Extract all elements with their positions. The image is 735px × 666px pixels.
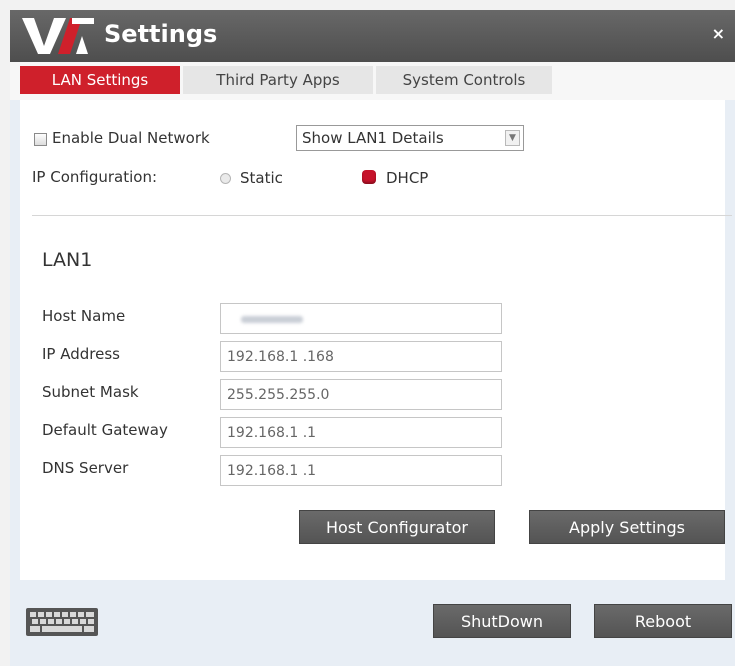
settings-window: Settings × LAN Settings Third Party Apps… (10, 10, 735, 666)
close-icon[interactable]: × (712, 24, 725, 43)
ip-address-label: IP Address (42, 345, 120, 363)
dual-network-checkbox[interactable] (34, 133, 47, 146)
tab-bar: LAN Settings Third Party Apps System Con… (10, 62, 735, 100)
host-name-obscured (241, 316, 303, 323)
dhcp-radio[interactable] (362, 170, 376, 184)
ip-config-label: IP Configuration: (32, 168, 158, 186)
dns-server-label: DNS Server (42, 459, 129, 477)
title-bar: Settings × (10, 10, 735, 62)
lan-settings-panel: Enable Dual Network Show LAN1 Details ▼ … (20, 100, 732, 580)
window-title: Settings (104, 20, 218, 48)
host-configurator-button[interactable]: Host Configurator (299, 510, 495, 544)
default-gateway-value: 192.168.1 .1 (227, 425, 317, 441)
lan1-section-title: LAN1 (42, 249, 93, 271)
dns-server-field[interactable]: 192.168.1 .1 (220, 455, 502, 486)
tab-system-controls[interactable]: System Controls (376, 66, 552, 94)
section-divider (32, 215, 732, 216)
subnet-mask-field[interactable]: 255.255.255.0 (220, 379, 502, 410)
apply-settings-button[interactable]: Apply Settings (529, 510, 725, 544)
tab-third-party-apps[interactable]: Third Party Apps (183, 66, 373, 94)
subnet-mask-value: 255.255.255.0 (227, 387, 330, 403)
keyboard-icon[interactable] (26, 608, 98, 636)
ip-address-field[interactable]: 192.168.1 .168 (220, 341, 502, 372)
static-label: Static (240, 169, 283, 187)
host-name-label: Host Name (42, 307, 126, 325)
reboot-button[interactable]: Reboot (594, 604, 732, 638)
lan-details-select[interactable]: Show LAN1 Details ▼ (296, 125, 524, 151)
ip-address-value: 192.168.1 .168 (227, 349, 334, 365)
lan-details-select-value: Show LAN1 Details (302, 129, 444, 147)
dual-network-label: Enable Dual Network (52, 129, 210, 147)
dhcp-label: DHCP (386, 169, 429, 187)
static-radio[interactable] (220, 173, 231, 184)
default-gateway-field[interactable]: 192.168.1 .1 (220, 417, 502, 448)
chevron-down-icon[interactable]: ▼ (505, 130, 520, 146)
via-logo-icon (22, 18, 94, 54)
tab-lan-settings[interactable]: LAN Settings (20, 66, 180, 94)
subnet-mask-label: Subnet Mask (42, 383, 139, 401)
dns-server-value: 192.168.1 .1 (227, 463, 317, 479)
default-gateway-label: Default Gateway (42, 421, 168, 439)
shutdown-button[interactable]: ShutDown (433, 604, 571, 638)
host-name-field[interactable] (220, 303, 502, 334)
